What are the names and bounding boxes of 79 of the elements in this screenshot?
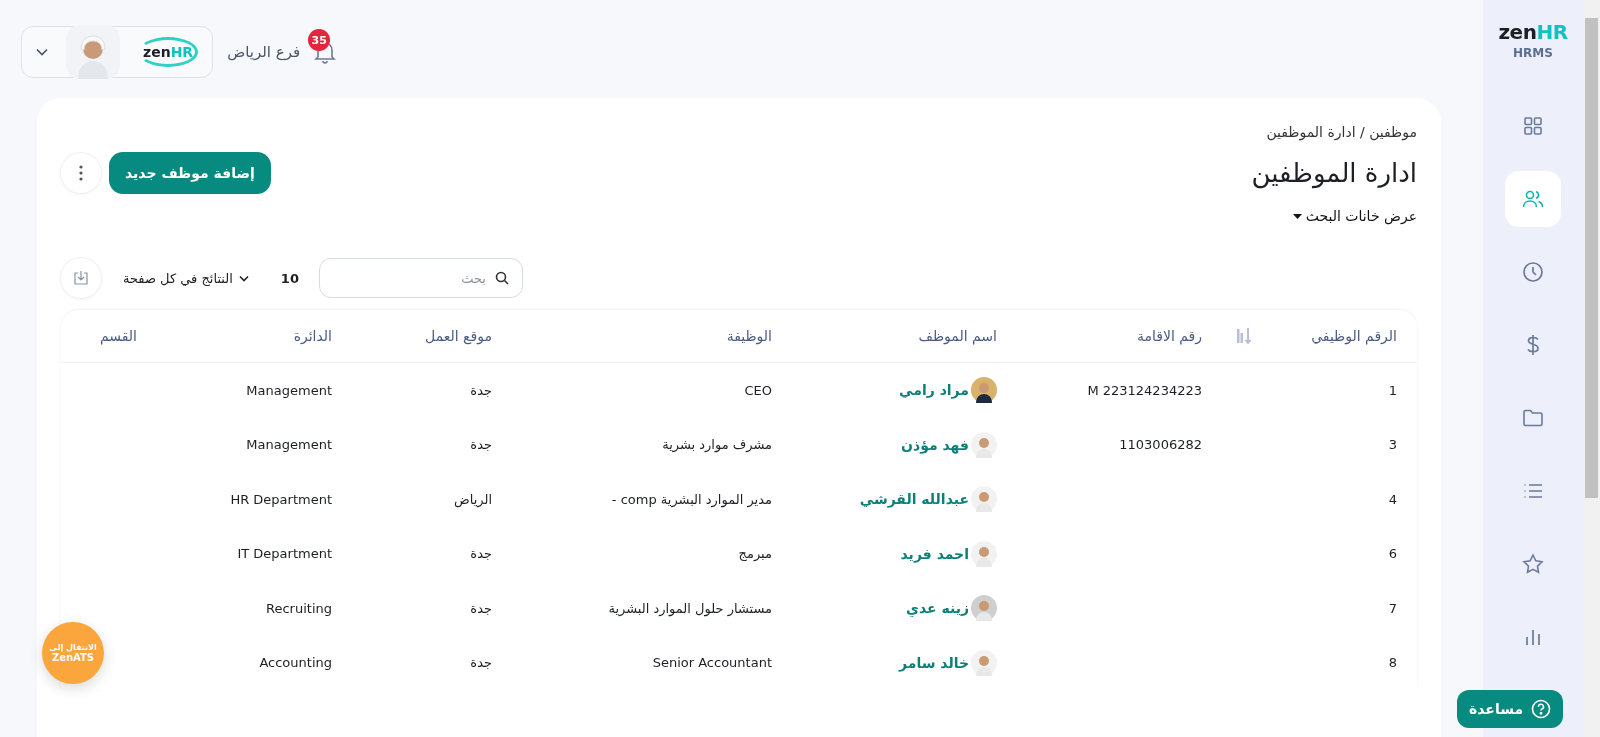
employee-name-link[interactable]: خالد سامر: [899, 654, 969, 671]
scrollbar[interactable]: [1583, 0, 1600, 737]
sidebar-item[interactable]: [1505, 171, 1561, 227]
column-header[interactable]: موقع العمل: [425, 328, 492, 344]
product-name: HRMS: [1513, 46, 1553, 60]
user-menu[interactable]: zenHR: [21, 26, 214, 78]
table-cell: جدة: [470, 655, 492, 671]
column-header[interactable]: القسم: [99, 328, 137, 344]
table-cell: Accounting: [259, 655, 332, 671]
people-icon: [1522, 189, 1544, 209]
table-cell: HR Department: [230, 491, 332, 507]
table-cell: 3: [1388, 437, 1397, 453]
column-header[interactable]: رقم الاقامة: [1136, 328, 1202, 344]
table-cell: 4: [1388, 491, 1397, 507]
list-icon: [1523, 483, 1543, 499]
table-cell: مستشار حلول الموارد البشرية: [608, 600, 772, 616]
star-icon: [1522, 553, 1544, 575]
page-size-select[interactable]: النتائج في كل صفحة: [123, 270, 249, 286]
table-cell: Management: [246, 382, 332, 398]
avatar: [971, 595, 997, 622]
table-cell: 8: [1388, 655, 1397, 671]
table-cell: M 223124234223: [1087, 382, 1202, 398]
column-header[interactable]: الدائرة: [293, 328, 332, 344]
table-cell: Management: [246, 437, 332, 453]
help-icon: [1531, 699, 1552, 719]
column-header[interactable]: اسم الموظف: [918, 328, 997, 344]
logo: zenHR: [1498, 20, 1568, 44]
avatar: [971, 377, 997, 404]
page-size-value[interactable]: 10: [280, 270, 299, 286]
table-cell: 1: [1388, 382, 1397, 398]
avatar: [971, 486, 997, 513]
avatar: [66, 25, 120, 79]
chevron-down-icon: [36, 48, 48, 56]
table-cell: جدة: [470, 546, 492, 562]
dollar-icon: [1525, 334, 1541, 356]
search-field[interactable]: بحث: [318, 258, 523, 298]
avatar: [971, 540, 997, 567]
notification-badge: 35: [308, 29, 331, 51]
avatar: [971, 649, 997, 676]
help-button[interactable]: مساعدة: [1457, 690, 1564, 728]
table-cell: Recruiting: [266, 600, 332, 616]
table-cell: الرياض: [453, 491, 492, 507]
employee-name-link[interactable]: عبدالله القرشي: [859, 491, 969, 508]
table-cell: CEO: [744, 382, 772, 398]
employee-name-link[interactable]: مراد رامي: [899, 382, 969, 399]
table-cell: مدير الموارد البشرية comp -: [611, 491, 772, 507]
download-icon: [73, 270, 89, 286]
table-cell: مشرف موارد بشرية: [662, 437, 772, 453]
page-title: ادارة الموظفين: [1251, 158, 1417, 188]
employee-name-link[interactable]: احمد فريد: [900, 545, 969, 562]
table-cell: جدة: [470, 600, 492, 616]
employee-name-link[interactable]: زينه عدي: [906, 600, 969, 617]
table-cell: جدة: [470, 382, 492, 398]
grid-icon: [1523, 116, 1543, 136]
chevron-down-icon: [238, 274, 249, 282]
employee-name-link[interactable]: فهد مؤذن: [901, 436, 969, 453]
table-cell: 7: [1388, 600, 1397, 616]
bar-chart-icon: [1525, 628, 1541, 646]
export-button[interactable]: [61, 258, 101, 298]
clock-icon: [1522, 261, 1544, 283]
search-icon: [494, 271, 509, 285]
table-cell: جدة: [470, 437, 492, 453]
table-cell: IT Department: [237, 546, 332, 562]
table-cell: مبرمج: [738, 546, 772, 562]
table-cell: 6: [1388, 546, 1397, 562]
search-filters-toggle[interactable]: عرض خانات البحث: [1292, 208, 1417, 224]
sort-icon[interactable]: [1236, 327, 1252, 345]
breadcrumb[interactable]: موظفين / ادارة الموظفين: [61, 124, 1417, 140]
branch-name[interactable]: فرع الرياض: [227, 43, 301, 61]
caret-icon: [1292, 213, 1302, 219]
avatar: [971, 431, 997, 458]
table-cell: Senior Accountant: [652, 655, 772, 671]
column-header[interactable]: الرقم الوظيفي: [1311, 328, 1397, 344]
folder-icon: [1522, 408, 1544, 428]
table-cell: 1103006282: [1119, 437, 1202, 453]
column-header[interactable]: الوظيفة: [726, 328, 772, 344]
add-employee-button[interactable]: إضافة موظف جديد: [109, 152, 271, 194]
more-button[interactable]: [61, 153, 101, 193]
more-icon: [79, 165, 83, 181]
